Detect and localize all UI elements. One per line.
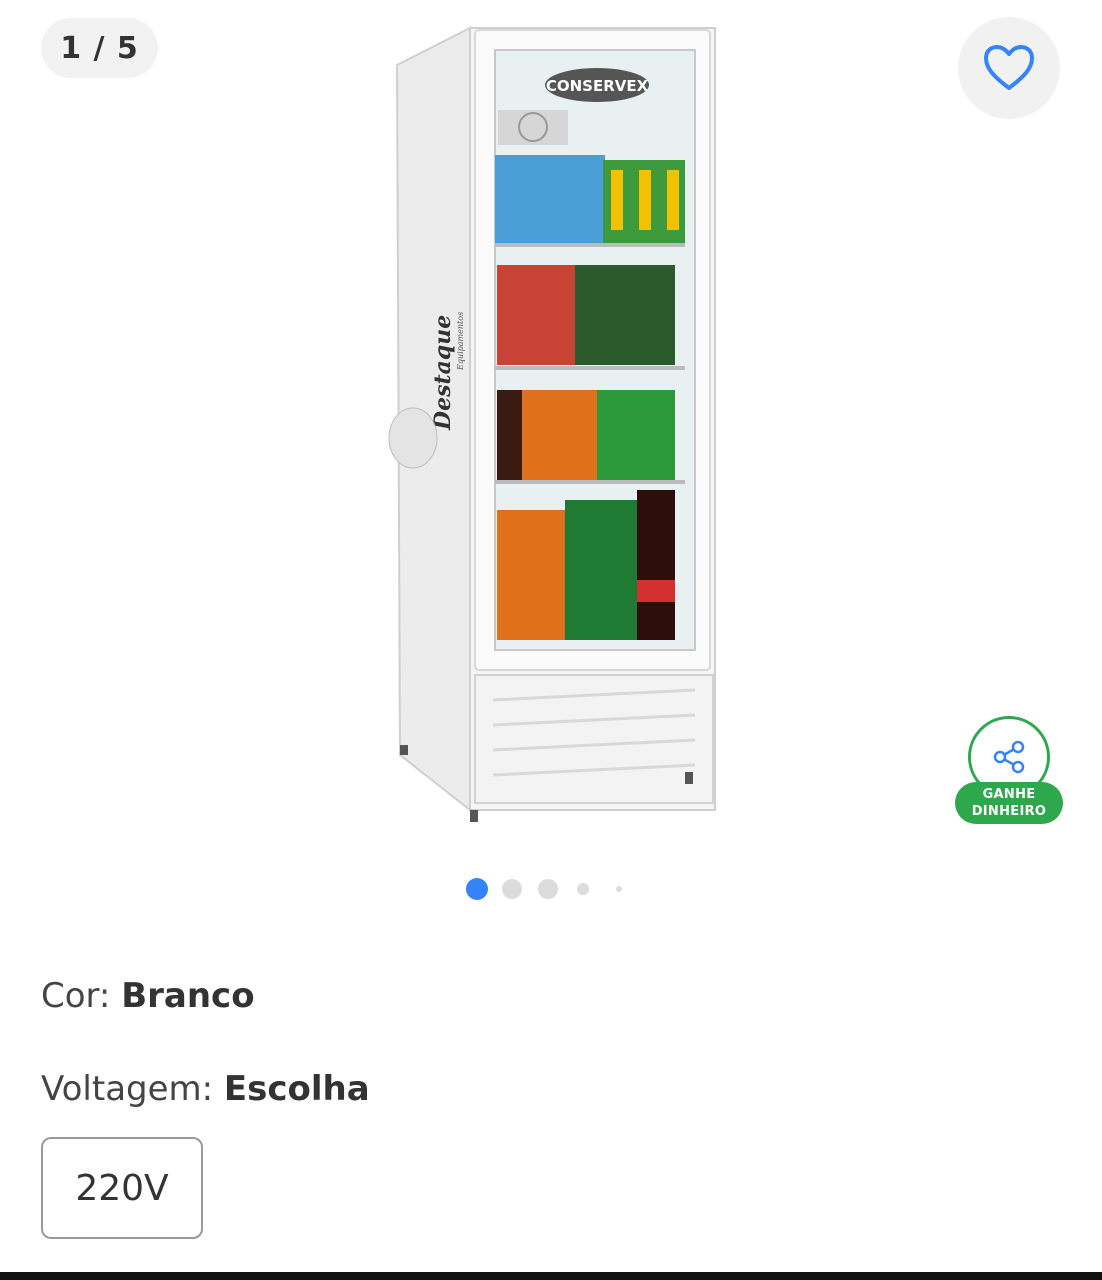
share-icon: [993, 740, 1025, 774]
fan-icon: [498, 110, 568, 145]
share-earn-label: GANHE DINHEIRO: [955, 782, 1063, 824]
share-label-line1: GANHE: [982, 787, 1036, 802]
voltage-value: Escolha: [223, 1069, 370, 1109]
bottom-edge: [0, 1272, 1102, 1280]
product-page: 1 / 5 CONSERVEX Destaque Equipamentos GA…: [0, 0, 1102, 1280]
product-image: CONSERVEX Destaque Equipamentos: [388, 26, 716, 822]
pagination-dot-4[interactable]: [577, 883, 589, 895]
voltage-option-220v[interactable]: 220V: [41, 1137, 203, 1239]
svg-text:Equipamentos: Equipamentos: [456, 312, 465, 371]
voltage-label: Voltagem:: [41, 1069, 214, 1109]
favorite-button[interactable]: [958, 17, 1060, 119]
svg-text:Destaque: Destaque: [430, 315, 456, 431]
heart-outline-icon: [984, 45, 1034, 90]
image-counter: 1 / 5: [41, 18, 158, 78]
product-gallery[interactable]: 1 / 5 CONSERVEX Destaque Equipamentos GA…: [0, 0, 1102, 930]
share-label-line2: DINHEIRO: [971, 804, 1047, 819]
pagination-dot-2[interactable]: [502, 879, 522, 899]
pagination-dot-1[interactable]: [466, 878, 488, 900]
share-earn-button[interactable]: GANHE DINHEIRO: [955, 716, 1063, 826]
brand-text: CONSERVEX: [546, 77, 649, 95]
color-value: Branco: [121, 976, 255, 1016]
pagination-dot-3[interactable]: [538, 879, 558, 899]
gallery-pagination: [466, 878, 636, 900]
pagination-dot-5[interactable]: [616, 886, 622, 892]
voltage-variant: Voltagem: Escolha: [41, 1069, 370, 1109]
color-label: Cor:: [41, 976, 111, 1016]
color-variant: Cor: Branco: [41, 976, 255, 1016]
